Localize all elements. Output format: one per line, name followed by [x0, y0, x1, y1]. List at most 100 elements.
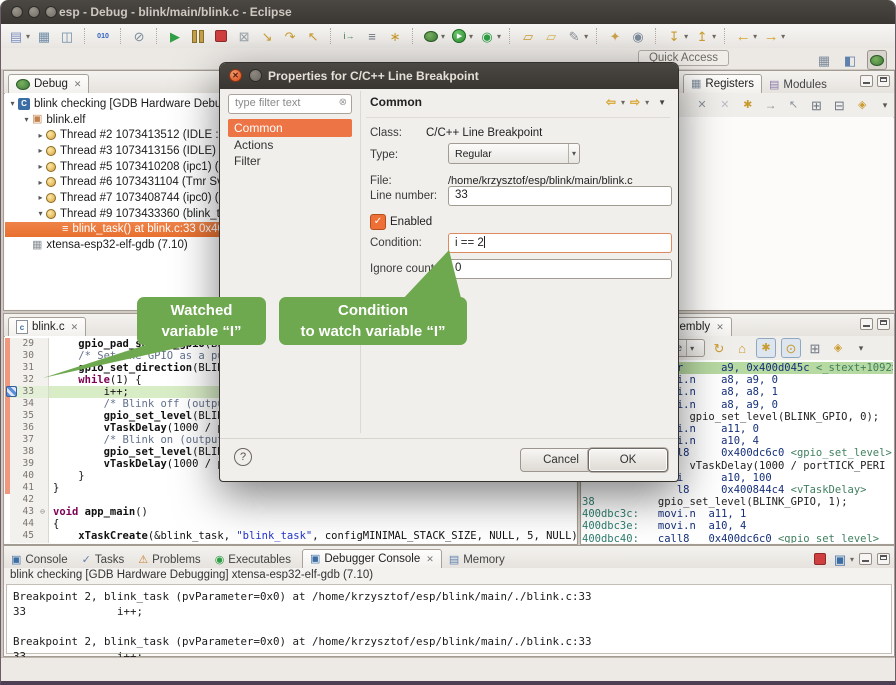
line-number[interactable]: 46 — [10, 542, 37, 543]
forward-icon[interactable]: → — [762, 27, 780, 45]
open-console-icon[interactable]: ▣ — [831, 550, 849, 568]
tab-debug[interactable]: Debug ✕ — [8, 74, 89, 93]
collapse-all-icon[interactable]: ⊟ — [830, 96, 848, 114]
track-icon[interactable]: ⊙ — [781, 338, 801, 358]
line-number[interactable]: 44 — [10, 518, 37, 530]
step-over-icon[interactable]: ↷ — [281, 27, 299, 45]
line-number[interactable]: 32 — [10, 374, 37, 386]
clear-filter-icon[interactable]: ⊗ — [339, 97, 347, 108]
close-icon[interactable]: ✕ — [74, 79, 82, 90]
home-icon[interactable]: ⌂ — [733, 339, 751, 357]
view-menu-icon[interactable]: ▼ — [658, 98, 666, 107]
expander-icon[interactable]: ▾ — [21, 115, 32, 124]
ok-button[interactable]: OK — [588, 448, 668, 472]
enabled-checkbox[interactable]: ✓ — [370, 214, 386, 230]
view-menu-icon[interactable]: ▾ — [876, 96, 894, 114]
back-icon[interactable]: ← — [734, 27, 752, 45]
refresh-icon[interactable]: ↻ — [710, 339, 728, 357]
help-button[interactable]: ? — [234, 448, 252, 466]
skip-breakpoints-icon[interactable]: ⊘ — [130, 27, 148, 45]
step-return-icon[interactable]: ↖ — [304, 27, 322, 45]
maximize-icon[interactable] — [877, 553, 890, 565]
expand-all-icon[interactable]: ⊞ — [806, 339, 824, 357]
expander-icon[interactable]: ▸ — [35, 193, 46, 202]
drill-down-icon[interactable]: ≡ — [363, 27, 381, 45]
apply-icon[interactable]: ✱ — [739, 96, 757, 114]
line-number[interactable]: 29 — [10, 338, 37, 350]
open-type-icon[interactable]: ▱ — [519, 27, 537, 45]
line-number[interactable]: 40 — [10, 470, 37, 482]
disconnect-icon[interactable]: ⊠ — [235, 27, 253, 45]
chevron-down-icon[interactable]: ▾ — [441, 32, 445, 41]
minimize-icon[interactable] — [860, 75, 873, 87]
save-all-icon[interactable]: ◫ — [58, 27, 76, 45]
chevron-down-icon[interactable]: ▾ — [684, 32, 688, 41]
tab-executables[interactable]: ◉Executables — [208, 552, 298, 568]
tab-blink-c[interactable]: c blink.c ✕ — [8, 317, 86, 336]
remove-icon[interactable]: ✕ — [693, 96, 711, 114]
line-number[interactable]: 41 — [10, 482, 37, 494]
tab-memory[interactable]: ▤Memory — [442, 552, 512, 568]
chevron-down-icon[interactable]: ▾ — [26, 32, 30, 41]
expander-icon[interactable]: ▸ — [35, 178, 46, 187]
link-view-icon[interactable]: ◈ — [829, 339, 847, 357]
chevron-down-icon[interactable]: ▾ — [850, 555, 854, 564]
run-icon[interactable] — [450, 27, 468, 45]
link-view-icon[interactable]: ◈ — [853, 96, 871, 114]
window-maximize-button[interactable] — [45, 6, 57, 18]
last-edit-icon[interactable]: ↧ — [665, 27, 683, 45]
line-number[interactable]: 43 — [10, 506, 37, 518]
dialog-nav-actions[interactable]: Actions — [228, 137, 352, 153]
annotate-icon[interactable]: ✎ — [565, 27, 583, 45]
maximize-icon[interactable] — [877, 318, 890, 330]
breakpoint-icon[interactable] — [6, 386, 17, 397]
remove-all-icon[interactable]: ✕ — [716, 96, 734, 114]
tab-modules[interactable]: ▤Modules — [762, 77, 834, 93]
tab-console[interactable]: ▣Console — [4, 552, 75, 568]
maximize-icon[interactable] — [877, 75, 890, 87]
chevron-down-icon[interactable]: ▾ — [781, 32, 785, 41]
forward-icon[interactable]: ⇨ — [630, 95, 640, 109]
terminate-icon[interactable] — [212, 27, 230, 45]
line-number[interactable]: 36 — [10, 422, 37, 434]
chevron-down-icon[interactable]: ▾ — [621, 98, 625, 107]
line-number[interactable]: 39 — [10, 458, 37, 470]
step-into-icon[interactable]: ↘ — [258, 27, 276, 45]
open-resource-icon[interactable]: ▱ — [542, 27, 560, 45]
profile-icon[interactable]: ◉ — [478, 27, 496, 45]
line-number[interactable]: 37 — [10, 434, 37, 446]
chevron-down-icon[interactable]: ▾ — [497, 32, 501, 41]
expander-icon[interactable]: ▾ — [35, 209, 46, 218]
line-number[interactable]: 42 — [10, 494, 37, 506]
expander-icon[interactable]: ▸ — [35, 131, 46, 140]
line-number[interactable]: 31 — [10, 362, 37, 374]
open-perspective-icon[interactable]: ▦ — [815, 51, 833, 69]
fold-icon[interactable]: ⊖ — [37, 506, 49, 518]
line-number[interactable]: 45 — [10, 530, 37, 542]
tab-tasks[interactable]: ✓Tasks — [75, 552, 132, 568]
goto-file-icon[interactable]: → — [762, 96, 780, 114]
view-menu-icon[interactable]: ▾ — [852, 339, 870, 357]
cursor-icon[interactable]: ↖ — [785, 96, 803, 114]
window-minimize-button[interactable] — [28, 6, 40, 18]
debug-icon[interactable] — [422, 27, 440, 45]
tab-debugger-console[interactable]: ▣Debugger Console✕ — [302, 549, 442, 568]
chevron-down-icon[interactable]: ▾ — [712, 32, 716, 41]
back-icon[interactable]: ⇦ — [606, 95, 616, 109]
line-number[interactable]: 38 — [10, 446, 37, 458]
tab-registers[interactable]: ▦Registers — [683, 74, 762, 93]
window-close-button[interactable] — [11, 6, 23, 18]
expand-all-icon[interactable]: ⊞ — [807, 96, 825, 114]
chevron-down-icon[interactable]: ▾ — [469, 32, 473, 41]
close-icon[interactable]: ✕ — [716, 322, 724, 333]
chevron-down-icon[interactable]: ▾ — [645, 98, 649, 107]
save-icon[interactable]: ▦ — [35, 27, 53, 45]
close-icon[interactable]: ✕ — [71, 322, 79, 333]
dialog-close-button[interactable]: ✕ — [229, 69, 242, 82]
step-filters-icon[interactable]: ∗ — [386, 27, 404, 45]
line-number[interactable]: 35 — [10, 410, 37, 422]
search-icon[interactable]: ✦ — [606, 27, 624, 45]
instruction-step-icon[interactable]: i→ — [340, 27, 358, 45]
tab-problems[interactable]: ⚠Problems — [131, 552, 207, 568]
suspend-icon[interactable] — [189, 27, 207, 45]
